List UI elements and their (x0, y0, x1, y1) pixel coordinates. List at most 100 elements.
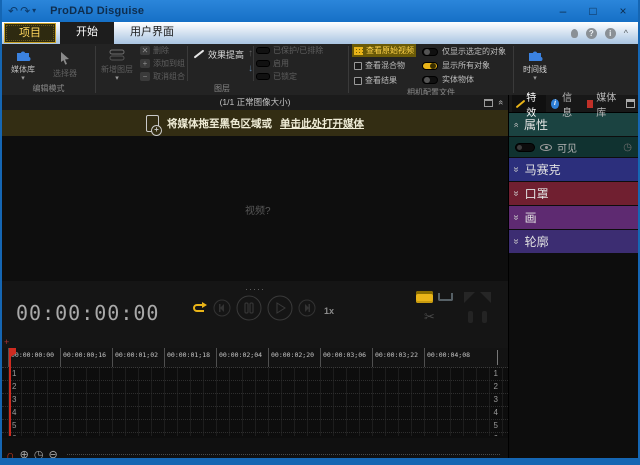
maximize-button[interactable]: □ (578, 0, 608, 22)
enable-checkbox[interactable]: 启用 (256, 58, 323, 69)
lightbulb-icon[interactable] (571, 29, 578, 38)
track-number: 6 (492, 434, 500, 436)
track-number: 5 (10, 421, 18, 430)
tab-info[interactable]: i 信息 (548, 95, 582, 112)
track-number: 6 (10, 434, 18, 436)
loop-icon[interactable] (190, 301, 208, 320)
ungroup-button[interactable]: − 取消组合 (140, 71, 185, 82)
media-square-icon (587, 100, 594, 108)
view-result-option[interactable]: 查看结果 (352, 74, 416, 87)
chevron-down-icon: » (510, 215, 521, 221)
keyframe-clock-icon[interactable]: ◷ (623, 142, 632, 153)
track-number: 1 (10, 369, 18, 378)
media-drop-bar[interactable]: 将媒体拖至黑色区域或 单击此处打开媒体 (2, 110, 508, 136)
quick-access-dropdown-icon[interactable]: ▾ (32, 1, 36, 21)
protected-excluded-checkbox[interactable]: 已保护/已排除 (256, 45, 323, 56)
media-library-button[interactable]: 媒体库 ▾ (2, 44, 44, 83)
timeline-tracks[interactable]: 1 1 2 2 3 3 4 4 5 5 (2, 368, 508, 436)
track-number: 3 (492, 395, 500, 404)
track-row[interactable]: 4 4 (2, 407, 508, 420)
tab-effects[interactable]: 特效 (512, 95, 546, 112)
track-row[interactable]: 2 2 (2, 381, 508, 394)
video-placeholder-label: 视频? (245, 202, 271, 217)
ruler-tick: 00:00:02;20 (268, 348, 320, 367)
collapse-panel-icon[interactable]: » (493, 100, 508, 105)
timeline-area[interactable]: 00:00:00:00 00:00:00;16 00:00:01;02 00:0… (2, 348, 508, 438)
scissors-icon[interactable]: ✂ (424, 309, 435, 325)
timeline-ruler[interactable]: 00:00:00:00 00:00:00;16 00:00:01;02 00:0… (2, 348, 508, 368)
ruler-tick: 00:00:04;08 (424, 348, 476, 367)
pen-icon (192, 48, 204, 60)
tab-project[interactable]: 项目 (4, 23, 56, 43)
trim-right-icon[interactable] (480, 292, 491, 303)
timeline-scroll-track[interactable] (67, 454, 500, 455)
view-original-option[interactable]: 查看原始视频 (352, 44, 416, 57)
tab-media-library[interactable]: 媒体库 (584, 95, 625, 112)
ruler-end-mark (497, 350, 498, 365)
chevron-up-icon: » (511, 122, 521, 127)
track-row[interactable]: 6 6 (2, 433, 508, 436)
layer-actions-column: ✕ 删除 + 添加到组 − 取消组合 (138, 44, 187, 83)
playback-controls: 1x (190, 295, 334, 326)
eye-icon (540, 144, 552, 151)
mark-in-icon[interactable] (416, 291, 433, 303)
collapse-ribbon-icon[interactable]: ^ (624, 28, 628, 38)
cursor-icon (59, 51, 72, 67)
chevron-down-icon: ▾ (21, 76, 25, 81)
track-row[interactable]: 5 5 (2, 420, 508, 433)
plus-icon: + (140, 59, 150, 68)
skip-end-button[interactable] (298, 299, 316, 322)
play-button[interactable] (267, 295, 293, 326)
track-row[interactable]: 3 3 (2, 394, 508, 407)
scroll-plus-icon[interactable]: + (4, 337, 9, 347)
playback-speed-label[interactable]: 1x (324, 306, 334, 316)
help-icon[interactable]: ? (586, 28, 597, 39)
display-toggles-column: 仅显示选定的对象 显示所有对象 实体物体 (419, 44, 509, 87)
view-mixture-option[interactable]: 查看混合物 (352, 59, 416, 72)
section-outline[interactable]: » 轮廓 (509, 230, 638, 253)
toggle-off-icon (422, 48, 438, 56)
undock-panel-icon[interactable] (484, 99, 493, 107)
trim-left-icon[interactable] (464, 292, 475, 303)
ribbon-help-icons: ? i ^ (571, 22, 638, 44)
locked-checkbox[interactable]: 已锁定 (256, 71, 323, 82)
skip-start-button[interactable] (213, 299, 231, 322)
playhead[interactable] (9, 348, 11, 436)
effect-enhance-button[interactable]: 效果提高 (188, 44, 248, 83)
undo-icon[interactable]: ↶ (8, 1, 18, 21)
info-icon[interactable]: i (605, 28, 616, 39)
checkbox-icon (256, 73, 270, 80)
close-button[interactable]: × (608, 0, 638, 22)
delete-button[interactable]: ✕ 删除 (140, 45, 185, 56)
section-draw[interactable]: » 画 (509, 206, 638, 229)
show-all-objects-toggle[interactable]: 显示所有对象 (422, 60, 506, 71)
info-icon: i (551, 99, 559, 109)
add-to-group-button[interactable]: + 添加到组 (140, 58, 185, 69)
timeline-button[interactable]: 时间线 ▾ (514, 44, 556, 83)
group-label-edit-mode: 编辑模式 (2, 83, 95, 95)
section-mosaic[interactable]: » 马赛克 (509, 158, 638, 181)
chevron-down-icon: » (510, 167, 521, 173)
timecode-display: 00:00:00:00 (16, 301, 159, 325)
minimize-button[interactable]: – (548, 0, 578, 22)
solid-objects-toggle[interactable]: 实体物体 (422, 74, 506, 85)
selector-button[interactable]: 选择器 (44, 44, 86, 83)
redo-icon[interactable]: ↷ (20, 1, 30, 21)
add-layer-button[interactable]: 新增图层 ▾ (96, 44, 138, 83)
group-timeline: 时间线 ▾ (514, 44, 566, 95)
video-viewport[interactable]: 视频? (2, 136, 508, 281)
section-mask[interactable]: » 口罩 (509, 182, 638, 205)
group-layer: 新增图层 ▾ ✕ 删除 + 添加到组 − 取消组合 (96, 44, 348, 95)
puzzle-icon (527, 49, 543, 63)
open-media-link[interactable]: 单击此处打开媒体 (280, 116, 364, 131)
undock-panel-icon[interactable] (626, 99, 635, 108)
mark-out-icon[interactable] (438, 293, 453, 301)
track-number: 4 (10, 408, 18, 417)
show-selected-only-toggle[interactable]: 仅显示选定的对象 (422, 46, 506, 57)
track-row[interactable]: 1 1 (2, 368, 508, 381)
tab-start[interactable]: 开始 (60, 22, 114, 44)
visible-toggle[interactable] (515, 143, 535, 152)
pause-button[interactable] (236, 295, 262, 326)
puzzle-icon (15, 49, 31, 63)
tab-user-interface[interactable]: 用户界面 (114, 22, 190, 44)
